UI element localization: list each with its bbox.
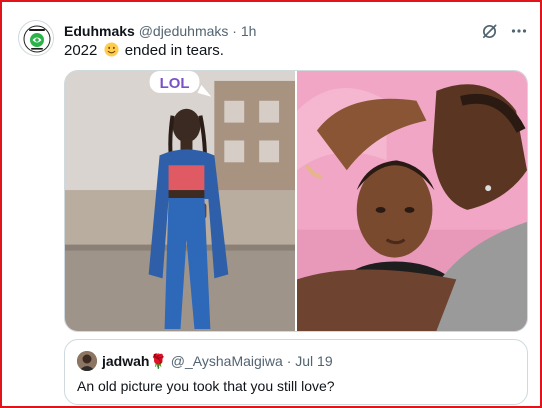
more-button[interactable]	[510, 22, 528, 40]
post-text: 2022 ended in tears.	[64, 41, 224, 61]
photo-left[interactable]: LOL	[65, 71, 295, 331]
more-icon	[511, 29, 527, 33]
photo-right[interactable]	[297, 71, 527, 331]
lol-sticker-text: LOL	[160, 76, 190, 92]
quote-header: jadwah🌹 @_AyshaMaigiwa · Jul 19	[102, 352, 333, 370]
quote-author-handle[interactable]: @_AyshaMaigiwa	[171, 353, 283, 369]
quoted-post[interactable]: jadwah🌹 @_AyshaMaigiwa · Jul 19 An old p…	[64, 339, 528, 405]
author-handle[interactable]: @djeduhmaks	[139, 23, 229, 39]
post-actions	[480, 22, 528, 40]
quote-text: An old picture you took that you still l…	[77, 378, 335, 394]
quote-time[interactable]: Jul 19	[295, 353, 332, 369]
woman-in-denim-photo: LOL	[65, 71, 295, 331]
slightly-smiling-face-icon	[104, 42, 119, 57]
avatar[interactable]	[18, 20, 54, 56]
post-text-part-2: ended in tears.	[124, 42, 224, 59]
separator: ·	[232, 23, 237, 39]
media-grid: LOL	[64, 70, 528, 332]
post-text-part-1: 2022	[64, 42, 98, 59]
quote-avatar[interactable]	[77, 351, 97, 371]
quote-author-name[interactable]: jadwah	[102, 353, 149, 369]
post-time[interactable]: 1h	[241, 23, 257, 39]
couple-selfie-photo	[297, 71, 527, 331]
quote-avatar-image	[77, 351, 97, 371]
quote-separator: ·	[286, 353, 292, 369]
post-header: Eduhmaks @djeduhmaks · 1h	[64, 22, 522, 40]
grok-icon	[482, 24, 496, 38]
grok-button[interactable]	[480, 22, 498, 40]
author-name[interactable]: Eduhmaks	[64, 23, 135, 39]
rose-icon: 🌹	[149, 353, 167, 369]
